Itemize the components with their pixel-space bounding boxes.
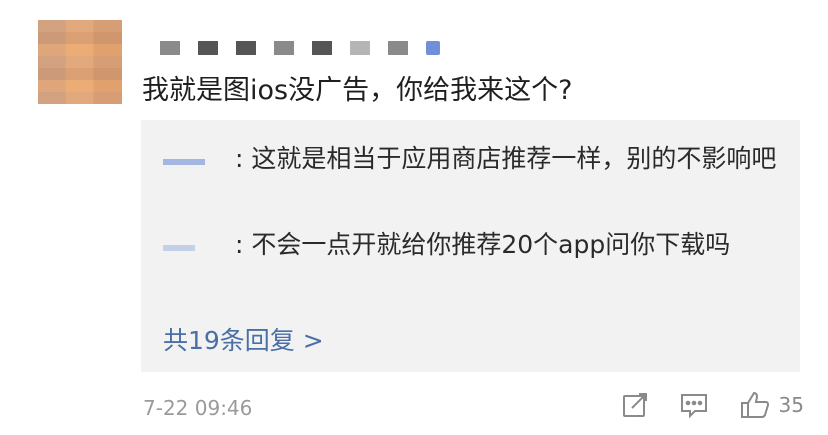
avatar[interactable] [38, 20, 122, 104]
reply-text: : 这就是相当于应用商店推荐一样，别的不影响吧 [235, 144, 777, 173]
thumbs-up-icon [739, 390, 771, 420]
reply-username-redacted[interactable] [163, 237, 235, 253]
reply-item[interactable]: : 不会一点开就给你推荐20个app问你下载吗 [163, 226, 783, 263]
username-redacted[interactable] [160, 36, 440, 60]
like-count: 35 [778, 393, 804, 417]
comment-text: 我就是图ios没广告，你给我来这个? [142, 75, 573, 106]
timestamp: 7-22 09:46 [143, 396, 253, 420]
share-icon[interactable] [621, 391, 649, 419]
username-block [198, 41, 218, 55]
verified-badge-icon [426, 41, 440, 55]
username-block [388, 41, 408, 55]
reply-username-redacted[interactable] [163, 151, 235, 167]
username-block [312, 41, 332, 55]
username-block [350, 41, 370, 55]
comment-actions: 35 [621, 390, 804, 420]
username-block [274, 41, 294, 55]
more-replies-link[interactable]: 共19条回复 > [163, 321, 324, 357]
username-block [236, 41, 256, 55]
reply-item[interactable]: : 这就是相当于应用商店推荐一样，别的不影响吧 [163, 140, 783, 177]
reply-text: : 不会一点开就给你推荐20个app问你下载吗 [235, 230, 731, 259]
username-block [160, 41, 180, 55]
like-button[interactable]: 35 [739, 390, 804, 420]
replies-panel[interactable]: : 这就是相当于应用商店推荐一样，别的不影响吧 : 不会一点开就给你推荐20个a… [141, 120, 800, 372]
comment-icon[interactable] [679, 391, 709, 419]
